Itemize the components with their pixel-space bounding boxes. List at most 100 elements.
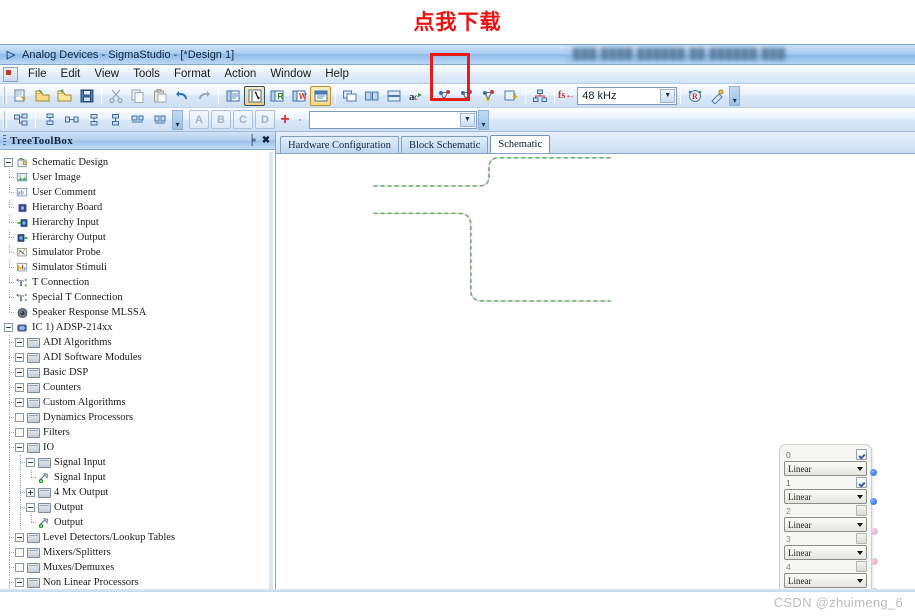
- panel-grip[interactable]: [3, 134, 6, 147]
- collapse-icon[interactable]: [15, 338, 24, 347]
- close-icon[interactable]: ✖: [259, 134, 273, 148]
- tab-schematic[interactable]: Schematic: [490, 135, 551, 153]
- menu-action[interactable]: Action: [217, 67, 263, 81]
- tile-horizontal-icon[interactable]: [361, 86, 382, 106]
- signal-input-block[interactable]: 0Linear1Linear2Linear3Linear4Linear5Line…: [779, 444, 878, 592]
- channel-mode-select[interactable]: Linear: [784, 489, 867, 504]
- paste-icon[interactable]: [149, 86, 170, 106]
- tree-item[interactable]: Non Linear Processors: [4, 575, 275, 590]
- align-left-icon[interactable]: [105, 110, 126, 130]
- register-write-icon[interactable]: W: [288, 86, 309, 106]
- channel-mode-select[interactable]: Linear: [784, 545, 867, 560]
- align-top-icon[interactable]: [39, 110, 60, 130]
- preset-combo[interactable]: ▼: [309, 110, 477, 129]
- preset-d-button[interactable]: D: [255, 110, 275, 129]
- collapse-icon[interactable]: [15, 383, 24, 392]
- tree-item[interactable]: IC 1) ADSP-214xx: [4, 320, 275, 335]
- chevron-down-icon[interactable]: ▼: [460, 112, 475, 127]
- tree-scrollbar[interactable]: [269, 152, 273, 590]
- tile-vertical-icon[interactable]: [383, 86, 404, 106]
- tree-item[interactable]: Signal Input: [4, 455, 275, 470]
- align-center-icon[interactable]: [127, 110, 148, 130]
- save-icon[interactable]: [76, 86, 97, 106]
- compile-download-icon[interactable]: ac: [405, 86, 426, 106]
- tree-item[interactable]: Hierarchy Input: [4, 215, 275, 230]
- collapse-icon[interactable]: [15, 443, 24, 452]
- tree-item[interactable]: Muxes/Demuxes: [4, 560, 275, 575]
- system-menu-icon[interactable]: [3, 66, 18, 82]
- tree-item[interactable]: Speaker Response MLSSA: [4, 305, 275, 320]
- tree-item[interactable]: Simulator Stimuli: [4, 260, 275, 275]
- schematic-view-icon[interactable]: [310, 85, 331, 106]
- tree-item[interactable]: ab User Comment: [4, 185, 275, 200]
- align-toolbar-grip[interactable]: [3, 111, 7, 128]
- channel-mode-select[interactable]: Linear: [784, 573, 867, 588]
- chevron-down-icon[interactable]: [857, 579, 863, 583]
- tree-item[interactable]: Schematic Design: [4, 155, 275, 170]
- channel-enable-checkbox[interactable]: [856, 561, 867, 572]
- download-icon[interactable]: [500, 86, 521, 106]
- align-bottom-icon[interactable]: [83, 110, 104, 130]
- align-right-icon[interactable]: [149, 110, 170, 130]
- output-pin-0[interactable]: [870, 469, 877, 476]
- tree-item[interactable]: Basic DSP: [4, 365, 275, 380]
- redo-icon[interactable]: [193, 86, 214, 106]
- tree-item[interactable]: Dynamics Processors: [4, 410, 275, 425]
- cut-icon[interactable]: [105, 86, 126, 106]
- channel-enable-checkbox[interactable]: [856, 449, 867, 460]
- tree-item[interactable]: Mixers/Splitters: [4, 545, 275, 560]
- collapse-icon[interactable]: [15, 533, 24, 542]
- expand-icon[interactable]: [26, 488, 35, 497]
- collapse-icon[interactable]: [15, 353, 24, 362]
- tab-block-schematic[interactable]: Block Schematic: [400, 136, 489, 153]
- collapse-icon[interactable]: [15, 398, 24, 407]
- align-middle-icon[interactable]: [61, 110, 82, 130]
- channel-mode-select[interactable]: Linear: [784, 517, 867, 532]
- preset-c-button[interactable]: C: [233, 110, 253, 129]
- preset-options-icon[interactable]: ·: [295, 110, 305, 129]
- tree-item[interactable]: Filters: [4, 425, 275, 440]
- collapse-icon[interactable]: [26, 458, 35, 467]
- tree-item[interactable]: IO: [4, 440, 275, 455]
- tree-item[interactable]: Level Detectors/Lookup Tables: [4, 530, 275, 545]
- add-preset-button[interactable]: +: [277, 110, 293, 129]
- menu-window[interactable]: Window: [263, 67, 318, 81]
- tree-item[interactable]: Output: [4, 515, 275, 530]
- link-compile-download-icon[interactable]: [478, 86, 499, 106]
- tree-item[interactable]: Simulator Probe: [4, 245, 275, 260]
- menu-edit[interactable]: Edit: [54, 67, 88, 81]
- open-file-icon[interactable]: [32, 86, 53, 106]
- register-read-icon[interactable]: R: [266, 86, 287, 106]
- menu-file[interactable]: File: [21, 67, 54, 81]
- pin-icon[interactable]: ╞: [245, 134, 259, 148]
- preset-b-button[interactable]: B: [211, 110, 231, 129]
- tree-item[interactable]: T Special T Connection: [4, 290, 275, 305]
- menu-format[interactable]: Format: [167, 67, 217, 81]
- collapse-icon[interactable]: [15, 578, 24, 587]
- tree-item[interactable]: Signal Input: [4, 470, 275, 485]
- monitor-icon[interactable]: R: [684, 86, 705, 106]
- link-compile-connect-icon[interactable]: [456, 86, 477, 106]
- toolbar-overflow-button[interactable]: ▾: [729, 85, 741, 106]
- link-compile-icon[interactable]: [434, 86, 455, 106]
- tree-item[interactable]: T T Connection: [4, 275, 275, 290]
- tree-item[interactable]: 4 Mx Output: [4, 485, 275, 500]
- chevron-down-icon[interactable]: ▼: [660, 88, 676, 103]
- schematic-canvas[interactable]: 0Linear1Linear2Linear3Linear4Linear5Line…: [276, 154, 915, 592]
- collapse-icon[interactable]: [15, 428, 24, 437]
- hardware-configuration-icon[interactable]: [222, 86, 243, 106]
- menu-view[interactable]: View: [87, 67, 126, 81]
- tree-item[interactable]: Hierarchy Board: [4, 200, 275, 215]
- preset-a-button[interactable]: A: [189, 110, 209, 129]
- output-pin-2[interactable]: [871, 528, 878, 535]
- arrange-icon[interactable]: [10, 110, 31, 130]
- block-schematic-icon[interactable]: [244, 85, 265, 106]
- collapse-icon[interactable]: [15, 413, 24, 422]
- collapse-icon[interactable]: [26, 503, 35, 512]
- undo-icon[interactable]: [171, 86, 192, 106]
- tab-hardware-configuration[interactable]: Hardware Configuration: [280, 136, 399, 153]
- tree-item[interactable]: Counters: [4, 380, 275, 395]
- channel-enable-checkbox[interactable]: [856, 505, 867, 516]
- output-pin-1[interactable]: [870, 498, 877, 505]
- collapse-icon[interactable]: [4, 323, 13, 332]
